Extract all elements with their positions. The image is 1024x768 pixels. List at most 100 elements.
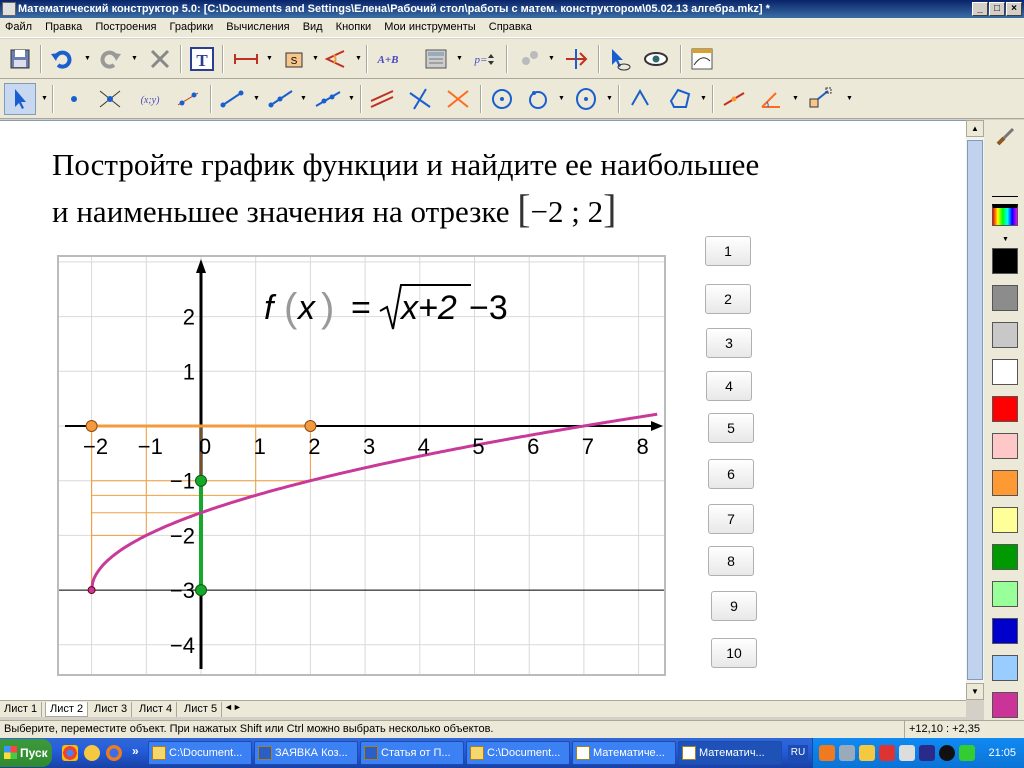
circle-three-points-icon[interactable] [522, 83, 554, 115]
midpoint-icon[interactable] [718, 83, 750, 115]
area-icon[interactable]: S [278, 43, 310, 75]
scroll-thumb[interactable] [967, 140, 983, 680]
scroll-down-icon[interactable]: ▼ [966, 683, 984, 700]
perpendicular-line-icon[interactable] [404, 83, 436, 115]
bisector-icon[interactable] [442, 83, 474, 115]
language-indicator[interactable]: RU [788, 745, 808, 761]
color-swatch[interactable] [992, 396, 1018, 422]
polygon-icon[interactable] [664, 83, 696, 115]
ray-dropdown-icon[interactable]: ▼ [300, 95, 307, 102]
vector-dropdown-icon[interactable]: ▼ [846, 95, 853, 102]
tray-network-icon[interactable] [839, 745, 855, 761]
circle-icon[interactable] [486, 83, 518, 115]
color-swatch[interactable] [992, 470, 1018, 496]
polygon-dropdown-icon[interactable]: ▼ [700, 95, 707, 102]
calculator-dropdown-icon[interactable]: ▼ [456, 55, 463, 62]
menu-view[interactable]: Вид [298, 18, 328, 36]
firefox-icon[interactable] [106, 745, 122, 761]
answer-button-5[interactable]: 5 [708, 413, 754, 443]
segment-dropdown-icon[interactable]: ▼ [253, 95, 260, 102]
intersection-point-icon[interactable] [94, 83, 126, 115]
undo-dropdown-icon[interactable]: ▼ [84, 55, 91, 62]
arc-dropdown-icon[interactable]: ▼ [606, 95, 613, 102]
menu-file[interactable]: Файл [0, 18, 37, 36]
scroll-up-icon[interactable]: ▲ [966, 120, 984, 137]
sum-icon[interactable]: A+B [372, 43, 404, 75]
answer-button-1[interactable]: 1 [705, 236, 751, 266]
custom-color-icon[interactable] [992, 204, 1018, 226]
calculator-icon[interactable] [420, 43, 452, 75]
tab-scroll-icon[interactable]: ◄► [224, 702, 242, 712]
close-button[interactable]: × [1006, 2, 1022, 16]
quicklaunch-chevron[interactable]: » [132, 744, 139, 758]
answer-button-4[interactable]: 4 [706, 371, 752, 401]
menu-calculations[interactable]: Вычисления [221, 18, 294, 36]
undo-icon[interactable] [46, 43, 78, 75]
color-swatch[interactable] [992, 248, 1018, 274]
answer-button-7[interactable]: 7 [708, 504, 754, 534]
color-swatch[interactable] [992, 359, 1018, 385]
distance-dropdown-icon[interactable]: ▼ [266, 55, 273, 62]
maximize-button[interactable]: □ [989, 2, 1005, 16]
drawing-canvas[interactable]: Постройте график функции и найдите ее на… [0, 120, 966, 700]
parameter-icon[interactable]: p= [468, 43, 500, 75]
tab-sheet-5[interactable]: Лист 5 [180, 702, 223, 717]
chrome-icon[interactable] [62, 745, 78, 761]
task-math-1[interactable]: Математиче... [572, 741, 676, 765]
ray-icon[interactable] [264, 83, 296, 115]
tab-sheet-4[interactable]: Лист 4 [135, 702, 178, 717]
task-explorer-1[interactable]: C:\Document... [148, 741, 252, 765]
menu-my-tools[interactable]: Мои инструменты [379, 18, 480, 36]
menu-help[interactable]: Справка [484, 18, 537, 36]
color-swatch[interactable] [992, 618, 1018, 644]
answer-button-10[interactable]: 10 [711, 638, 757, 668]
redo-icon[interactable] [94, 43, 126, 75]
save-icon[interactable] [4, 43, 36, 75]
point-icon[interactable] [58, 83, 90, 115]
start-button[interactable]: Пуск [0, 739, 52, 767]
tab-sheet-3[interactable]: Лист 3 [90, 702, 133, 717]
task-word-1[interactable]: ЗАЯВКА Коз... [254, 741, 358, 765]
tray-antivirus-icon[interactable] [879, 745, 895, 761]
transformation-icon[interactable] [756, 83, 788, 115]
brush-icon[interactable] [994, 126, 1016, 151]
tray-app-icon[interactable] [819, 745, 835, 761]
menu-edit[interactable]: Правка [40, 18, 87, 36]
color-swatch[interactable] [992, 322, 1018, 348]
select-arrow-icon[interactable] [4, 83, 36, 115]
tray-display-icon[interactable] [919, 745, 935, 761]
line-icon[interactable] [312, 83, 344, 115]
task-explorer-2[interactable]: C:\Document... [466, 741, 570, 765]
angle-icon[interactable] [624, 83, 656, 115]
animation-icon[interactable] [560, 43, 592, 75]
delete-icon[interactable] [144, 43, 176, 75]
angle-measure-icon[interactable] [320, 43, 352, 75]
mail-icon[interactable] [84, 745, 100, 761]
color-swatch[interactable] [992, 655, 1018, 681]
arc-icon[interactable] [570, 83, 602, 115]
point-on-object-icon[interactable] [172, 83, 204, 115]
point-by-coords-icon[interactable]: (x;y) [134, 83, 166, 115]
graph-window-icon[interactable] [686, 43, 718, 75]
tray-security-icon[interactable] [959, 745, 975, 761]
color-swatch[interactable] [992, 507, 1018, 533]
angle-dropdown-icon[interactable]: ▼ [355, 55, 362, 62]
color-swatch[interactable] [992, 692, 1018, 718]
answer-button-2[interactable]: 2 [705, 284, 751, 314]
color-swatch[interactable] [992, 433, 1018, 459]
palette-dropdown-icon[interactable]: ▼ [1002, 236, 1009, 243]
menu-graphs[interactable]: Графики [165, 18, 219, 36]
answer-button-6[interactable]: 6 [708, 459, 754, 489]
tray-volume-icon[interactable] [899, 745, 915, 761]
tab-sheet-2[interactable]: Лист 2 [45, 702, 89, 717]
answer-button-8[interactable]: 8 [708, 546, 754, 576]
circle-dropdown-icon[interactable]: ▼ [558, 95, 565, 102]
tab-sheet-1[interactable]: Лист 1 [0, 702, 43, 717]
tray-shield-icon[interactable] [859, 745, 875, 761]
select-dropdown-icon[interactable]: ▼ [41, 95, 48, 102]
vertical-scrollbar[interactable]: ▲ ▼ [966, 120, 984, 700]
trace-icon[interactable] [514, 43, 546, 75]
visibility-eye-icon[interactable] [640, 43, 672, 75]
vector-icon[interactable] [804, 83, 836, 115]
function-graph[interactable]: −2 −1 0 1 2 3 4 5 6 7 8 21−1−2−3−4 f ( x ) = x+2 −… [57, 255, 666, 676]
